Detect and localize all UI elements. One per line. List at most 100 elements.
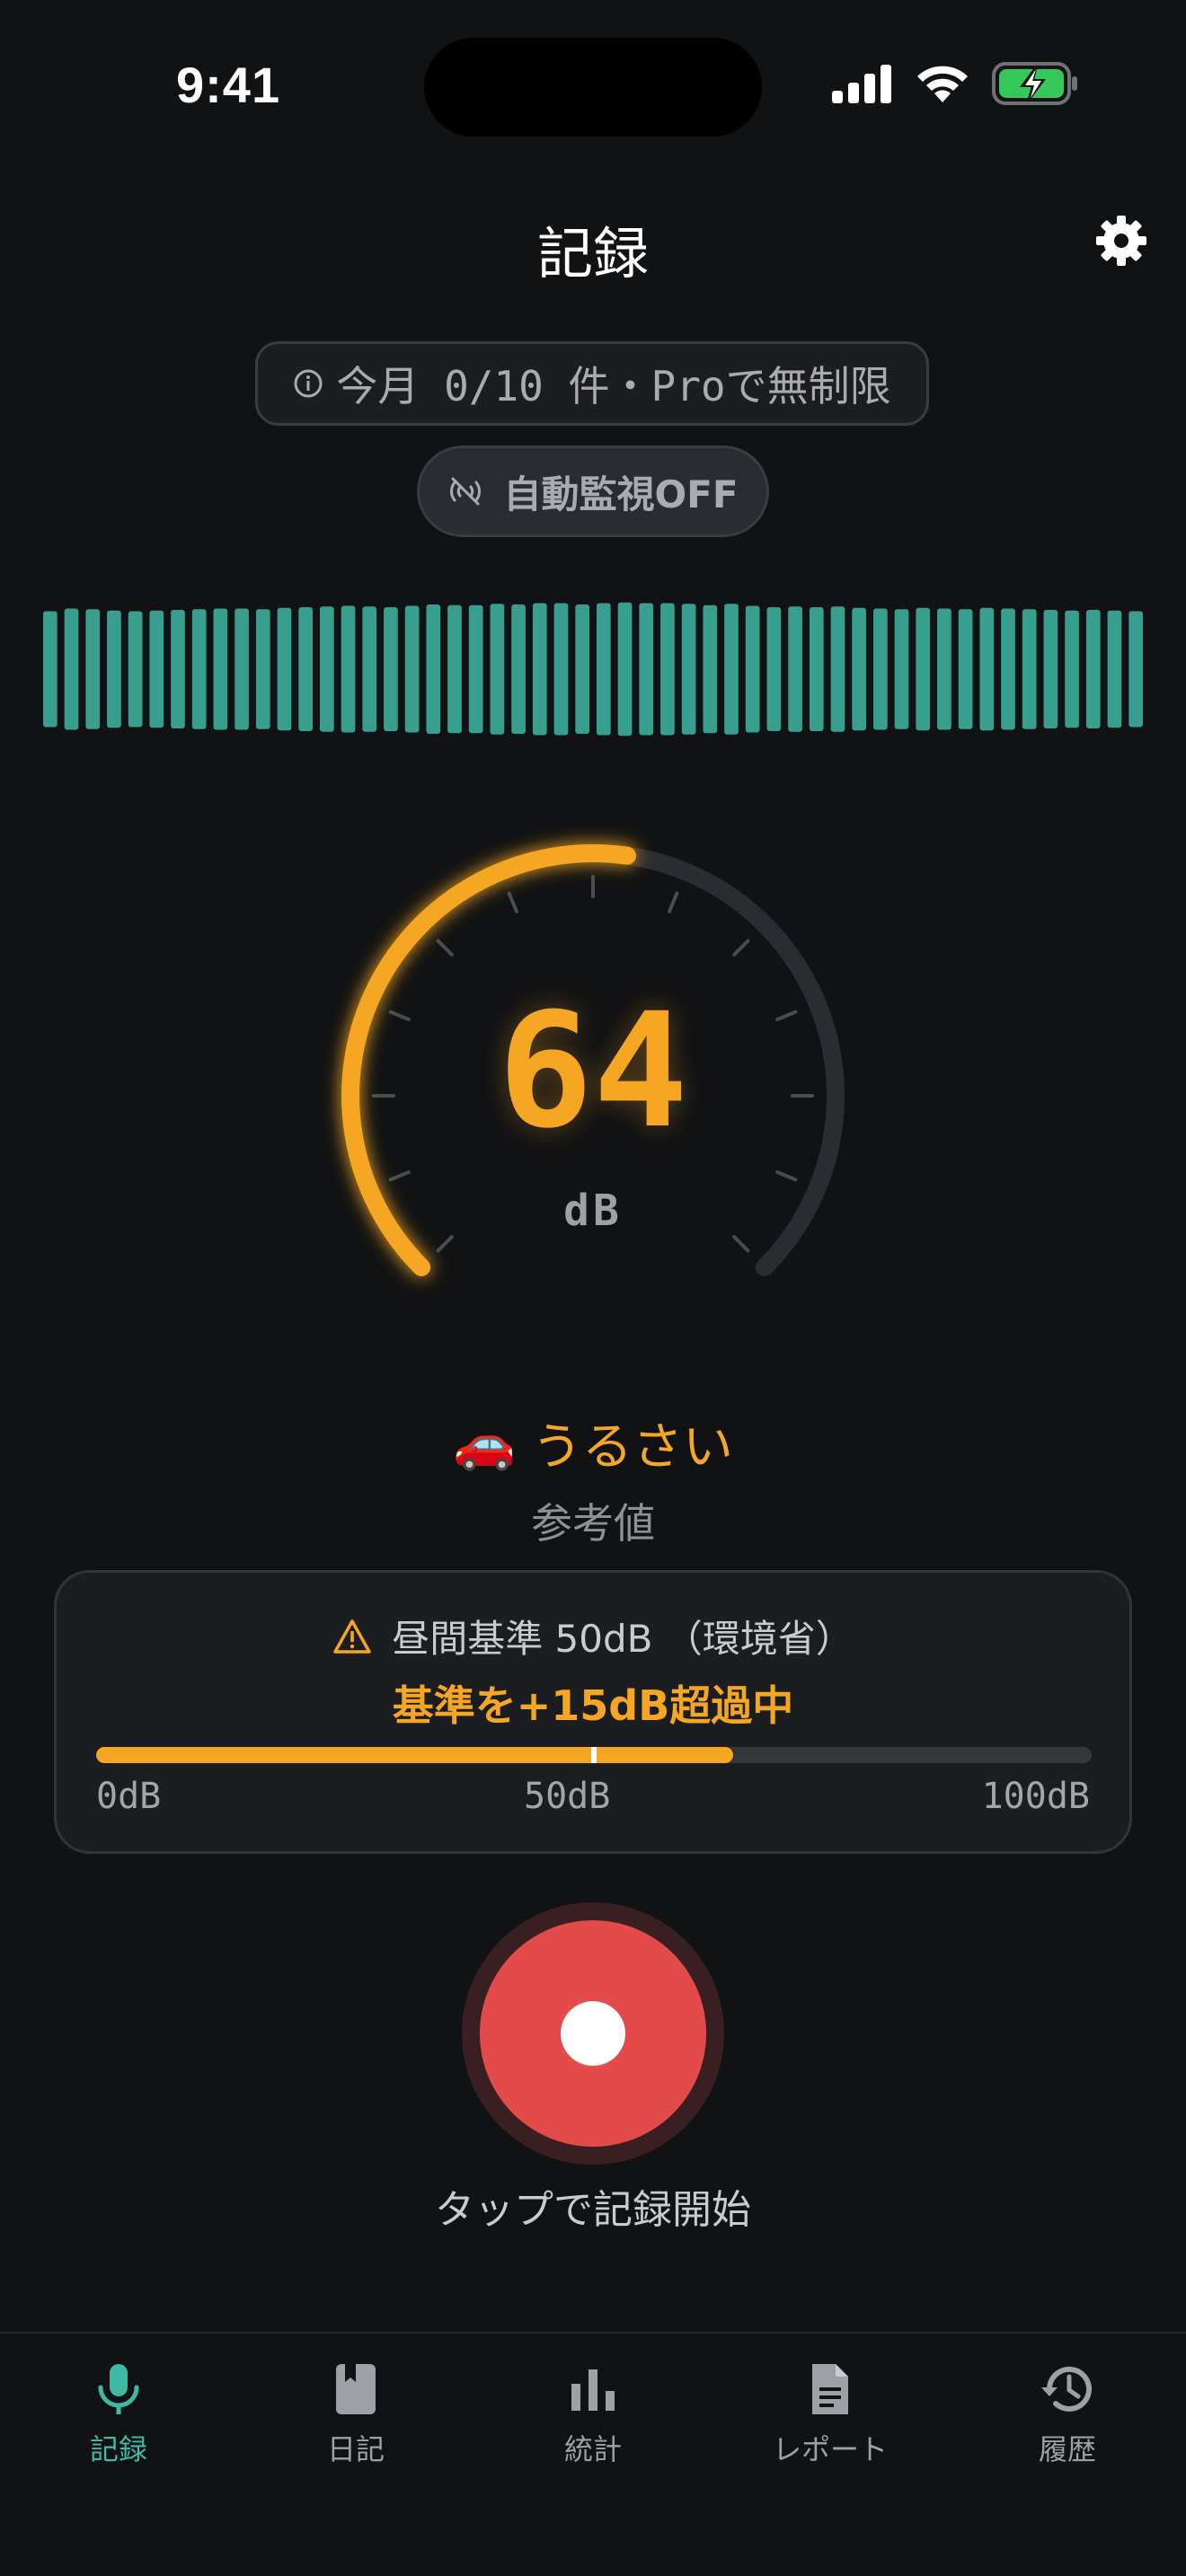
gauge-tick [732,939,750,957]
waveform-bar [809,607,824,731]
reference-note: 参考値 [531,1499,655,1548]
standard-card: 昼間基準 50dB （環境省） 基準を+15dB超過中 0dB 50dB 100… [54,1570,1132,1854]
info-icon [294,369,323,398]
tab-report-label: レポート [772,2432,888,2466]
waveform-bar [426,604,441,734]
document-icon [812,2364,848,2414]
waveform-bar [1065,610,1079,728]
waveform-bar [362,606,377,732]
waveform-bar [490,604,505,735]
standard-title-text: 昼間基準 50dB （環境省） [392,1617,854,1661]
waveform-bar [1107,610,1122,728]
waveform-bar [852,607,866,731]
battery-charging-icon [992,62,1077,105]
waveform-bar [532,603,547,736]
standard-bar-fill [96,1747,734,1763]
gauge-tick [436,1235,454,1253]
waveform-bar [958,609,973,729]
waveform-bar [681,604,696,735]
cellular-signal-icon [832,65,891,103]
tab-record[interactable]: 記録 [0,2360,237,2477]
waveform-bar [511,604,526,734]
standard-title: 昼間基準 50dB （環境省） [57,1609,1129,1663]
bar-chart-icon [571,2369,615,2411]
waveform-bar [873,608,888,730]
waveform-bar [107,610,121,728]
waveform-bar [235,608,249,730]
waveform-bar [597,603,611,736]
waveform-bar [384,607,398,731]
settings-gear-icon[interactable] [1093,212,1150,269]
wifi-icon [917,66,968,102]
waveform-bar [341,605,356,733]
waveform-bar [1085,610,1101,728]
decibel-value: 64 [498,979,688,1163]
tab-diary[interactable]: 日記 [237,2360,474,2477]
waveform-bar [447,604,462,734]
record-dot-icon [561,2001,625,2066]
app-screen: 9:41 記録 今月 0/10 件・Proで無制限 自動監視OFF 64 dB … [0,0,1186,2576]
decibel-unit: dB [563,1186,623,1236]
monitor-off-icon [450,477,482,506]
gauge-tick [436,939,454,957]
waveform-bar [255,609,270,729]
tab-stats[interactable]: 統計 [474,2360,712,2477]
auto-monitor-toggle[interactable]: 自動監視OFF [417,446,769,537]
waveform-bar [1043,610,1058,728]
record-hint: タップで記録開始 [435,2187,751,2233]
waveform-bar [277,607,292,731]
scale-max-label: 100dB [981,1776,1090,1817]
status-time: 9:41 [176,57,281,113]
waveform-bar [724,604,739,735]
waveform-bar [149,610,164,728]
waveform-bar [191,609,207,729]
waveform-bar [916,607,931,731]
tab-diary-label: 日記 [326,2432,385,2466]
warning-icon [333,1619,371,1654]
waveform-bar [1001,608,1015,730]
tab-record-label: 記録 [89,2432,147,2466]
tab-stats-label: 統計 [563,2432,622,2466]
waveform-bar [1022,609,1037,729]
record-button[interactable] [480,1920,706,2147]
page-title: 記録 [536,221,649,287]
waveform-bar [979,607,995,731]
waveform-bar [404,605,420,733]
waveform-bar [788,606,802,732]
status-icons [832,61,1078,106]
gauge-tick [388,1170,411,1182]
tab-history-label: 履歴 [1038,2432,1096,2466]
waveform-bar [43,611,58,728]
gauge-tick [668,891,679,913]
waveform-bar [128,611,143,728]
dynamic-island [424,38,762,137]
mic-icon [98,2364,139,2414]
waveform-bar [298,607,313,731]
waveform-bar [617,602,633,737]
waveform-bar [937,608,951,730]
waveform-bar [320,606,334,732]
waveform-bar [745,605,760,733]
tab-history[interactable]: 履歴 [949,2360,1186,2477]
standard-bar-track [96,1747,1092,1763]
tab-report[interactable]: レポート [712,2360,949,2477]
waveform-bar [660,603,675,736]
scale-min-label: 0dB [96,1776,162,1817]
book-icon [336,2364,376,2414]
waveform-bar [830,606,845,732]
auto-monitor-label: 自動監視OFF [503,472,739,516]
quota-text: 今月 0/10 件・Proで無制限 [336,362,891,410]
gauge-tick [732,1235,750,1253]
noise-level-text: うるさい [531,1418,733,1477]
car-icon: 🚗 [453,1414,516,1473]
waveform-bar [766,607,782,731]
waveform-bar [1128,611,1143,728]
waveform-bar [85,609,101,729]
tab-bar: 記録 日記 統計 レポート 履歴 [0,2332,1186,2576]
quota-banner[interactable]: 今月 0/10 件・Proで無制限 [255,341,929,426]
standard-threshold-marker [591,1747,597,1763]
history-icon [1041,2366,1092,2412]
waveform-bar [213,608,228,730]
waveform-bar [171,610,185,728]
waveform-bar [894,609,909,729]
